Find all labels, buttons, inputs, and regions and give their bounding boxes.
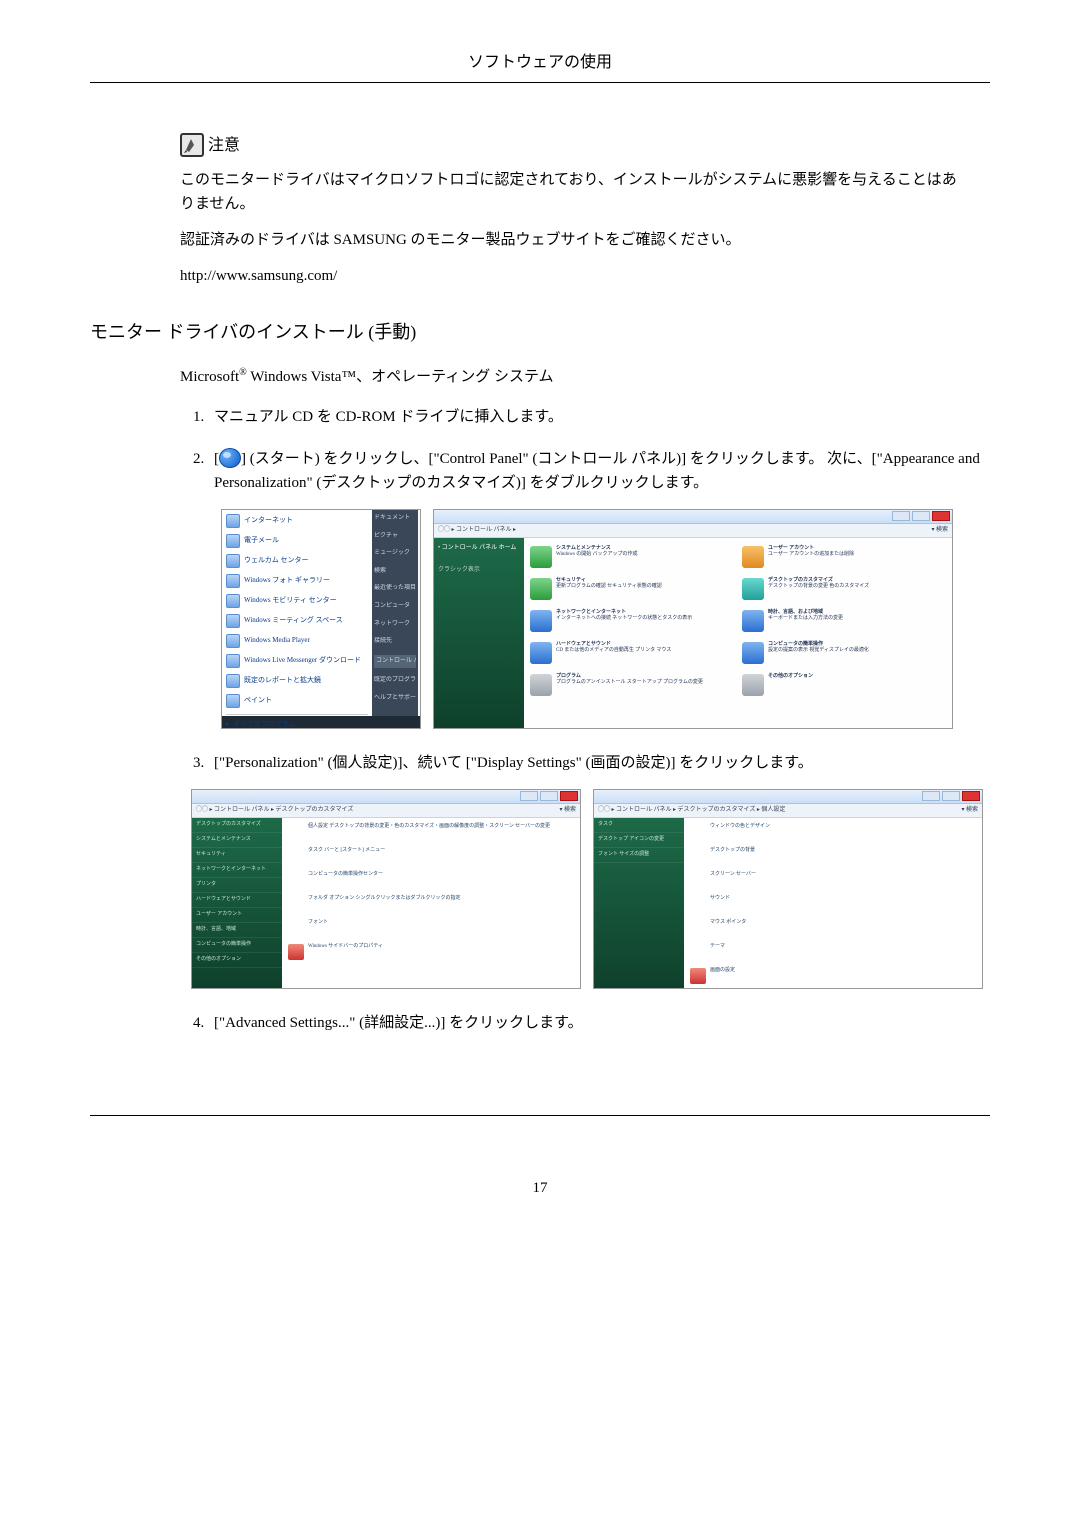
footer-rule [90, 1115, 990, 1116]
note-text-2: 認証済みのドライバは SAMSUNG のモニター製品ウェブサイトをご確認ください… [180, 228, 970, 252]
os-prefix: Microsoft [180, 369, 239, 385]
figure-personalization: ◯◯ ▸ コントロール パネル ▸ デスクトップのカスタマイズ ▸ 個人設定▾ … [593, 789, 983, 989]
page-number: 17 [90, 1176, 990, 1200]
step-2: [] (スタート) をクリックし、["Control Panel" (コントロー… [208, 447, 990, 729]
figure-start-menu: インターネット 電子メール ウェルカム センター Windows フォト ギャラ… [221, 509, 421, 729]
step-2-text: ] (スタート) をクリックし、["Control Panel" (コントロール… [214, 451, 980, 491]
os-line: Microsoft® Windows Vista™、オペレーティング システム [180, 365, 990, 389]
page-header: ソフトウェアの使用 [90, 50, 990, 83]
start-orb-icon [219, 448, 241, 468]
note-url: http://www.samsung.com/ [180, 264, 970, 288]
step-3-text: ["Personalization" (個人設定)]、続いて ["Display… [214, 755, 813, 771]
step-4: ["Advanced Settings..." (詳細設定...)] をクリック… [208, 1011, 990, 1035]
note-block: 注意 このモニタードライバはマイクロソフトロゴに認定されており、インストールがシ… [180, 133, 970, 289]
os-reg: ® [239, 367, 247, 378]
step-1: マニュアル CD を CD-ROM ドライブに挿入します。 [208, 405, 990, 429]
figure-appearance-personalization: ◯◯ ▸ コントロール パネル ▸ デスクトップのカスタマイズ▾ 検索 デスクト… [191, 789, 581, 989]
figure-control-panel: ◯◯ ▸ コントロール パネル ▸▾ 検索 • コントロール パネル ホームクラ… [433, 509, 953, 729]
section-title: モニター ドライバのインストール (手動) [90, 318, 990, 347]
step-3: ["Personalization" (個人設定)]、続いて ["Display… [208, 751, 990, 989]
note-icon [180, 133, 204, 157]
note-text-1: このモニタードライバはマイクロソフトロゴに認定されており、インストールがシステム… [180, 168, 970, 216]
os-mid: Windows Vista™、オペレーティング システム [247, 369, 554, 385]
note-label: 注意 [208, 133, 240, 159]
